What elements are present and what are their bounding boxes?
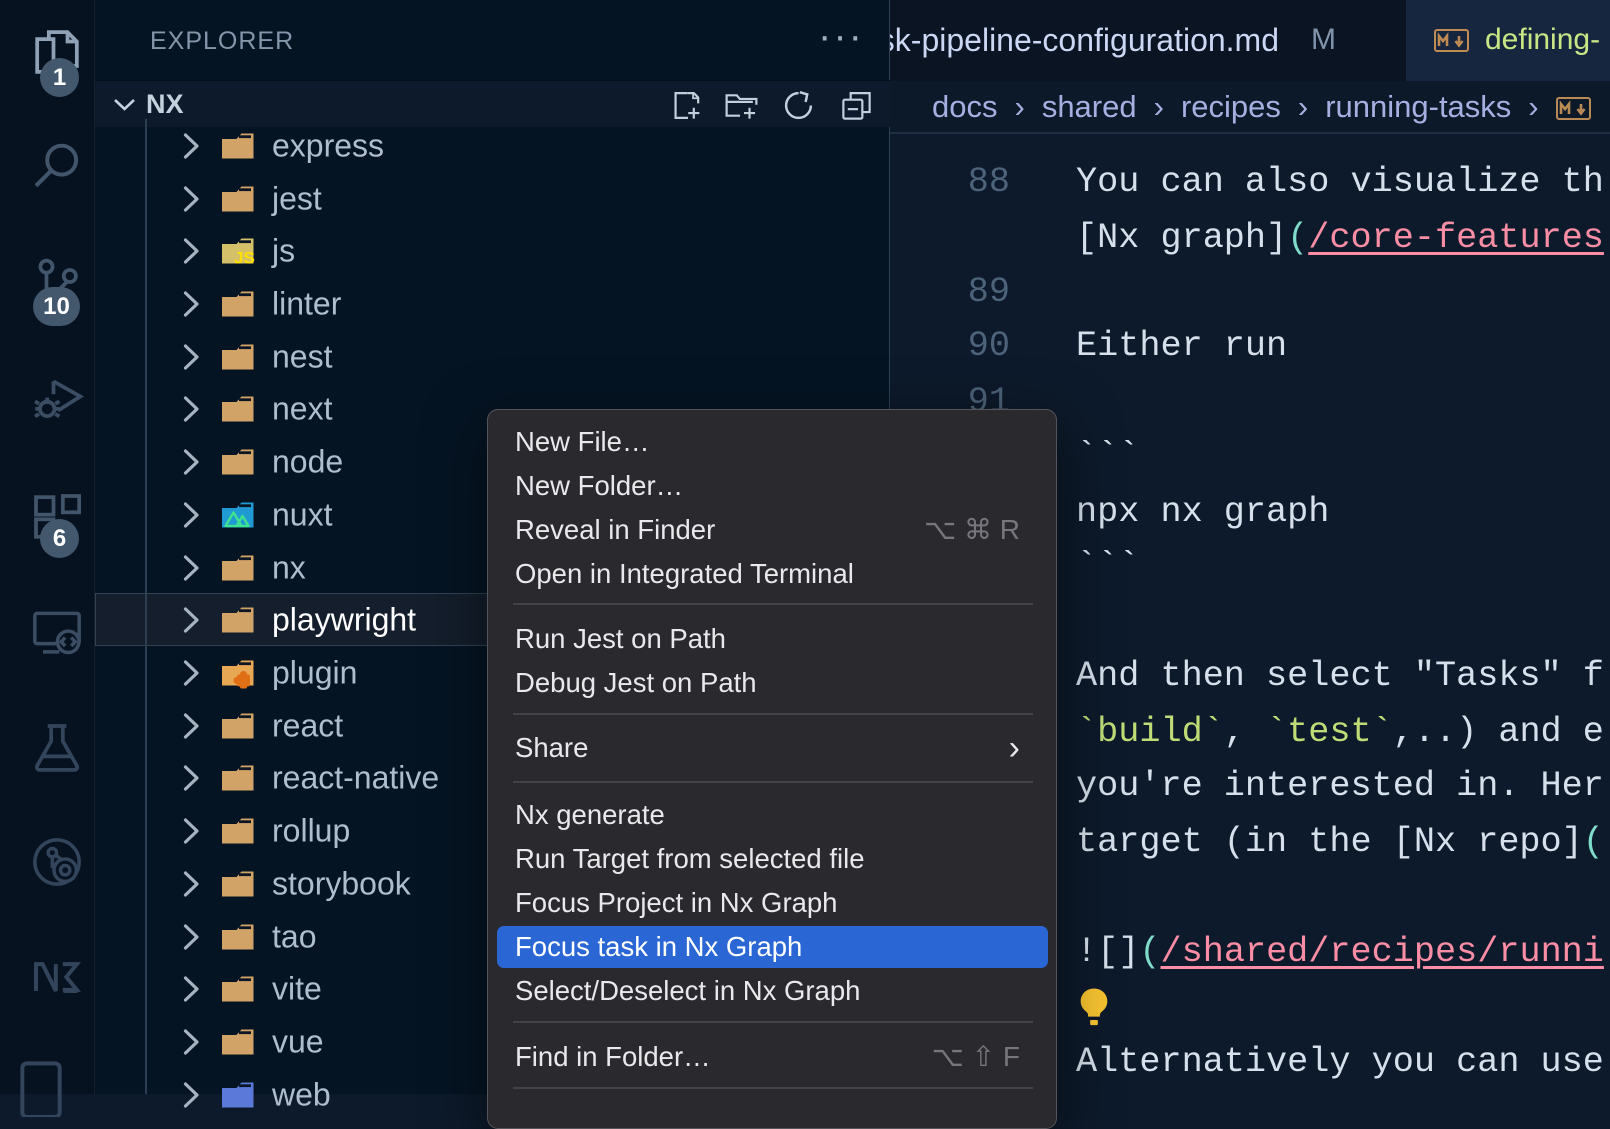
svg-text:JS: JS <box>234 248 255 267</box>
